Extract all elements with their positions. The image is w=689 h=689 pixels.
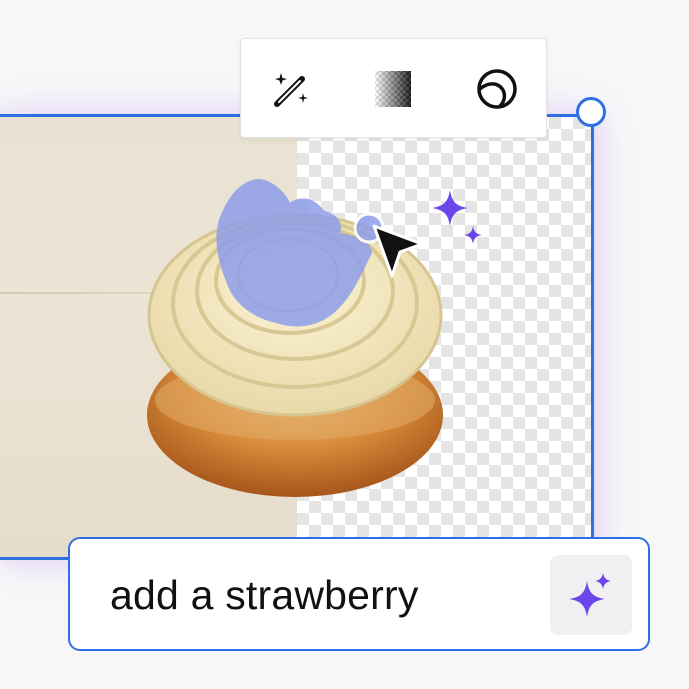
magic-wand-icon [274,73,308,107]
magic-wand-button[interactable] [269,67,313,111]
shape-button[interactable] [475,67,519,111]
image-toolbar [240,38,547,138]
ai-sparkle-icon [432,190,482,244]
generate-button[interactable] [550,555,632,635]
ai-sparkle-icon [569,573,611,617]
mouse-cursor-icon [372,224,424,278]
background-remove-button[interactable] [371,67,415,111]
prompt-input[interactable]: add a strawberry [110,571,419,619]
resize-handle[interactable] [576,97,606,127]
prompt-bar: add a strawberry [68,537,650,651]
shape-icon [477,69,517,109]
transparency-icon [375,71,411,107]
